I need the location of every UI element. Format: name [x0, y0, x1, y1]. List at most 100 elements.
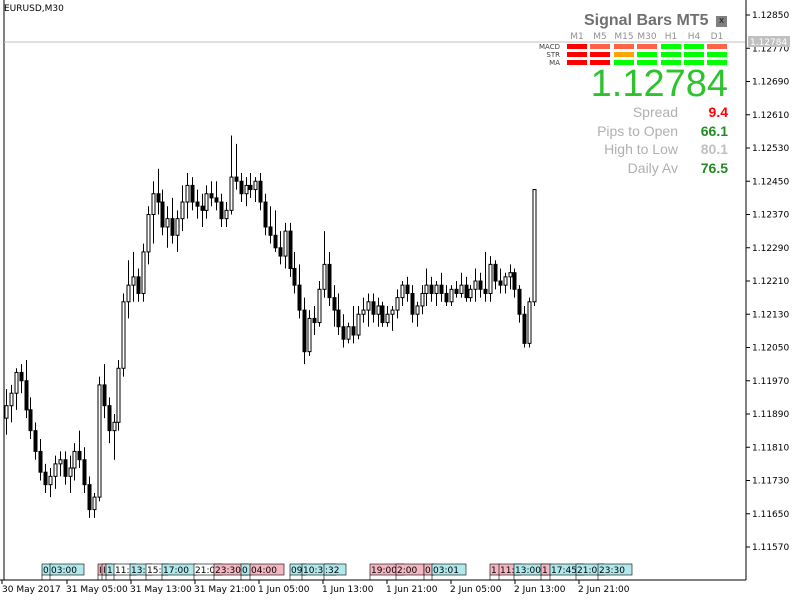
time-axis: 30 May 2017 31 May 05:00 31 May 13:00 31 Ma…	[1, 580, 630, 595]
event-markers: 0 03:00 I I 1 11: 13: 15: 17:00 21:0 23:30 0 04:00 09…	[41, 563, 633, 580]
candle-bear	[63, 459, 68, 477]
candle-bear	[278, 247, 283, 257]
signal-cell-green	[661, 52, 681, 57]
y-tick-label: 1.11650	[752, 510, 789, 520]
candle-bear	[24, 380, 29, 411]
candle-bear	[190, 184, 195, 203]
candle-bull	[112, 421, 117, 432]
candle-bear	[160, 201, 165, 228]
candle-bull	[97, 384, 102, 498]
candle-bull	[180, 201, 185, 220]
candle-bear	[429, 284, 434, 294]
candle-bull	[224, 209, 229, 220]
candle-bull	[434, 284, 439, 294]
candle-bull	[131, 276, 136, 286]
candle-bull	[146, 214, 151, 253]
event-marker-label: 0	[425, 566, 431, 576]
symbol-timeframe-label: EURUSD,M30	[4, 4, 64, 14]
candle-bear	[214, 197, 219, 203]
event-marker-label: 15:	[147, 566, 161, 576]
candle-bull	[532, 189, 537, 303]
candle-bear	[156, 193, 161, 203]
candle-bear	[170, 218, 175, 236]
candle-bear	[102, 384, 107, 407]
candle-bear	[302, 309, 307, 353]
candle-bull	[68, 467, 73, 477]
event-marker-label: 03:00	[51, 566, 77, 576]
signal-cell-red	[567, 52, 587, 57]
candle-bear	[439, 284, 444, 294]
event-marker-label: 13:	[131, 566, 145, 576]
timeframe-label: M30	[637, 32, 657, 42]
candle-bull	[4, 405, 9, 419]
candle-bear	[483, 288, 488, 294]
candle-bull	[473, 280, 478, 290]
candle-bull	[468, 288, 473, 299]
signal-cell-orange	[614, 52, 634, 57]
event-marker-label: I	[99, 566, 102, 576]
x-tick-label: 1 Jun 05:00	[258, 585, 310, 595]
candle-bear	[219, 201, 224, 220]
price-axis: 1.128501.127701.126901.126101.125301.124…	[746, 11, 789, 553]
candle-bull	[229, 176, 234, 211]
candle-bull	[92, 496, 97, 511]
candle-bear	[136, 276, 141, 294]
candle-bear	[405, 284, 410, 294]
candle-bull	[204, 193, 209, 211]
candle-bull	[185, 184, 190, 203]
candle-bull	[488, 263, 493, 294]
event-marker-label: 1	[542, 566, 548, 576]
candle-bull	[121, 301, 126, 369]
candle-bull	[317, 288, 322, 324]
y-tick-label: 1.11810	[752, 443, 789, 453]
candle-bear	[209, 193, 214, 199]
signal-cell-green	[684, 52, 704, 57]
event-marker-label: 09	[291, 566, 303, 576]
signal-cell-salmon	[590, 44, 610, 49]
event-marker-label: 11:	[115, 566, 129, 576]
candle-bear	[195, 201, 200, 207]
candle-bear	[327, 263, 332, 299]
event-marker-label: 21:0	[577, 566, 597, 576]
current-price-text: 1.12784	[750, 38, 787, 48]
candle-bear	[77, 450, 82, 461]
candle-bear	[512, 272, 517, 290]
candle-bear	[464, 284, 469, 299]
candle-bull	[395, 297, 400, 311]
stat-label: Daily Av	[627, 159, 678, 176]
candle-bear	[292, 268, 297, 286]
close-icon[interactable]: x	[716, 16, 727, 27]
y-tick-label: 1.11890	[752, 410, 789, 420]
x-tick-label: 31 May 05:00	[66, 585, 128, 595]
candle-bull	[376, 305, 381, 315]
candle-bull	[53, 463, 58, 477]
event-marker-label: 1	[491, 566, 497, 576]
x-tick-label: 30 May 2017	[2, 585, 61, 595]
x-tick-label: 1 Jun 13:00	[322, 585, 374, 595]
y-tick-label: 1.11730	[752, 477, 789, 487]
candle-bull	[527, 301, 532, 344]
candle-bear	[273, 234, 278, 249]
candle-bear	[351, 326, 356, 336]
candle-bear	[336, 309, 341, 328]
signal-cell-green	[684, 44, 704, 49]
candle-bear	[234, 176, 239, 182]
candle-bear	[28, 409, 33, 432]
candle-bear	[107, 405, 112, 432]
candle-bull	[126, 284, 131, 303]
event-marker-label: 17:45	[551, 566, 577, 576]
candle-bear	[43, 471, 48, 486]
signal-row-label: STR	[546, 51, 560, 59]
timeframe-label: H1	[664, 32, 678, 42]
signal-cell-red	[567, 44, 587, 49]
candle-bull	[244, 184, 249, 195]
candle-bull	[424, 284, 429, 294]
signal-cell-red	[590, 52, 610, 57]
y-tick-label: 1.12370	[752, 211, 789, 221]
candle-bear	[288, 230, 293, 270]
y-tick-label: 1.12050	[752, 344, 789, 354]
event-marker-label: 23:30	[599, 566, 625, 576]
candle-bear	[454, 288, 459, 294]
x-tick-label: 1 Jun 21:00	[386, 585, 438, 595]
event-marker-label: 2:00	[397, 566, 417, 576]
